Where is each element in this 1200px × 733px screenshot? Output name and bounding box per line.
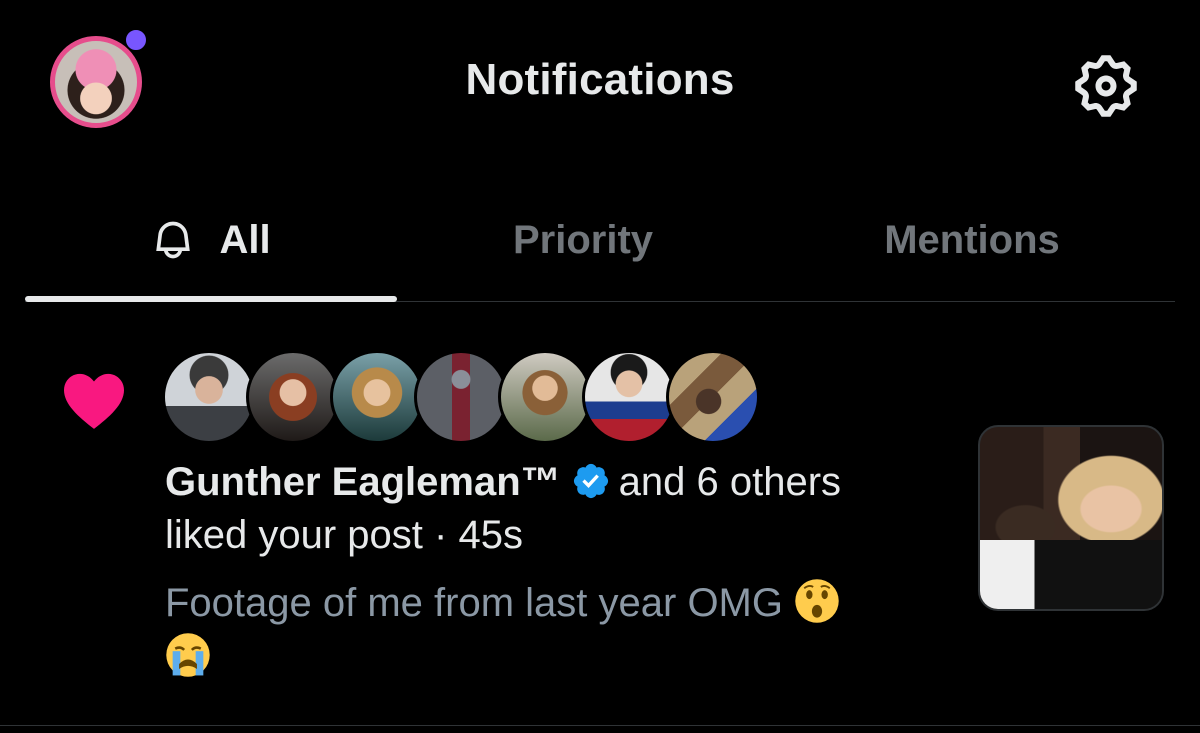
liker-avatars (162, 350, 762, 446)
avatar[interactable] (582, 350, 676, 444)
notifications-screen: Notifications All Priority Mentions Gunt… (0, 0, 1200, 733)
heart-icon (64, 373, 124, 429)
tab-priority[interactable]: Priority (397, 190, 769, 290)
post-thumbnail[interactable] (978, 425, 1164, 611)
post-preview-text: Footage of me from last year OMG (165, 576, 925, 684)
notification-summary: Gunther Eagleman™ and 6 others (165, 460, 841, 505)
avatar[interactable] (330, 350, 424, 444)
others-count[interactable]: and 6 others (619, 460, 841, 504)
avatar[interactable] (162, 350, 256, 444)
active-tab-indicator (25, 296, 397, 302)
notification-item[interactable]: Gunther Eagleman™ and 6 others liked you… (0, 330, 1200, 730)
separator: · (434, 513, 448, 557)
crying-face-emoji (166, 633, 210, 677)
tab-priority-label: Priority (512, 217, 654, 262)
timestamp: 45s (458, 513, 524, 557)
action-text: liked your post (165, 513, 423, 557)
tab-all-label: All (219, 217, 271, 262)
tab-mentions[interactable]: Mentions (769, 190, 1175, 290)
tab-bar: All Priority Mentions (0, 190, 1200, 303)
avatar[interactable] (666, 350, 760, 444)
tab-mentions-label: Mentions (884, 217, 1060, 262)
unread-dot (124, 28, 148, 52)
astonished-face-emoji (795, 579, 839, 623)
avatar[interactable] (246, 350, 340, 444)
avatar[interactable] (498, 350, 592, 444)
post-text: Footage of me from last year OMG (165, 581, 783, 625)
page-title: Notifications (465, 55, 735, 104)
gear-icon[interactable] (1070, 50, 1142, 122)
notification-action: liked your post · 45s (165, 513, 523, 558)
verified-badge-icon (573, 463, 608, 499)
bell-icon (156, 221, 191, 259)
tab-all[interactable]: All (25, 190, 397, 290)
header: Notifications (0, 0, 1200, 165)
list-divider (0, 725, 1200, 726)
avatar[interactable] (414, 350, 508, 444)
user-name-link[interactable]: Gunther Eagleman™ (165, 460, 561, 504)
